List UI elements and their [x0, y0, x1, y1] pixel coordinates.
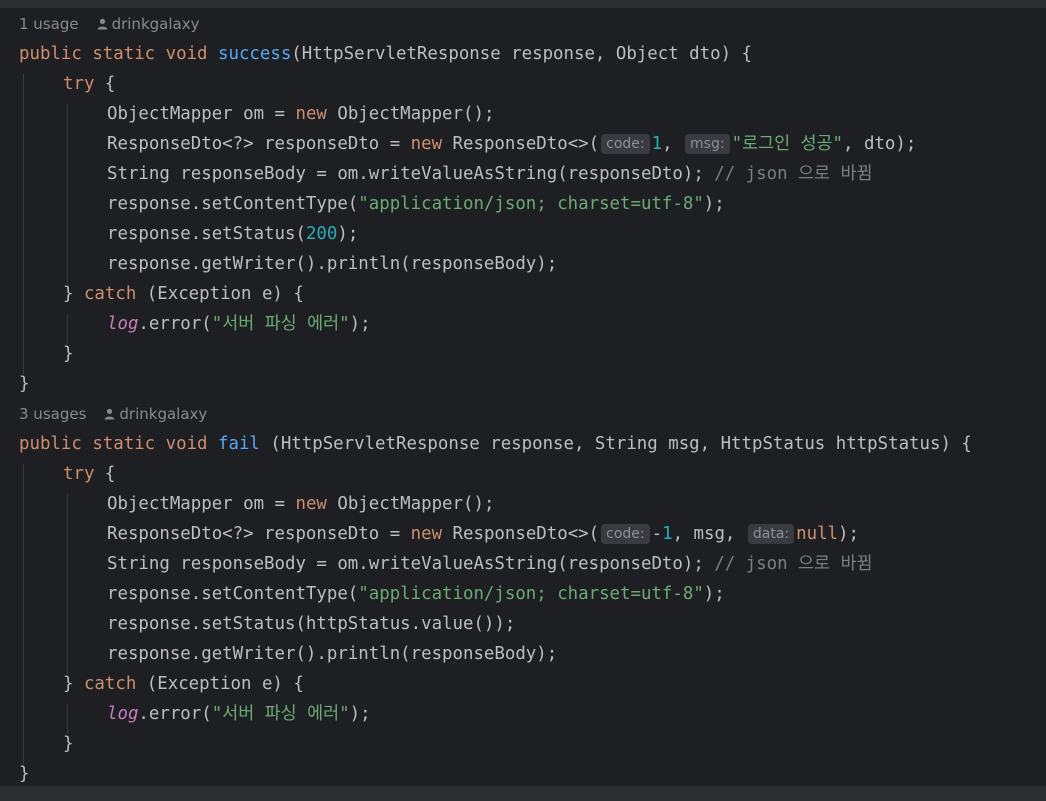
usages-count[interactable]: 3 usages — [19, 405, 86, 423]
person-icon — [104, 400, 115, 430]
code-line: String responseBody = om.writeValueAsStr… — [107, 164, 873, 184]
code-line: String responseBody = om.writeValueAsStr… — [107, 554, 873, 574]
code-line: } — [19, 764, 30, 784]
param-hint-code: code: — [601, 524, 650, 544]
method-name[interactable]: fail — [218, 434, 260, 454]
code-line: response.setStatus(200); — [107, 224, 359, 244]
param-hint-data: data: — [747, 524, 795, 544]
usages-hint[interactable]: 1 usage drinkgalaxy — [19, 9, 199, 39]
code-line: } catch (Exception e) { — [63, 284, 304, 304]
code-line: ResponseDto<?> responseDto = new Respons… — [107, 524, 859, 544]
code-line: response.getWriter().println(responseBod… — [107, 644, 558, 664]
indent-guide — [67, 494, 68, 674]
code-line: response.setContentType("application/jso… — [107, 584, 725, 604]
code-line: response.setStatus(httpStatus.value()); — [107, 614, 516, 634]
code-line: log.error("서버 파싱 에러"); — [107, 704, 371, 724]
code-line: ObjectMapper om = new ObjectMapper(); — [107, 104, 495, 124]
code-line: ObjectMapper om = new ObjectMapper(); — [107, 494, 495, 514]
method-name[interactable]: success — [218, 44, 291, 64]
code-line: ResponseDto<?> responseDto = new Respons… — [107, 134, 917, 154]
param-hint-msg: msg: — [685, 134, 730, 154]
code-line: log.error("서버 파싱 에러"); — [107, 314, 371, 334]
code-comment: // json 으로 바뀜 — [714, 554, 873, 574]
code-comment: // json 으로 바뀜 — [714, 164, 873, 184]
code-line: response.setContentType("application/jso… — [107, 194, 725, 214]
code-line: } — [63, 344, 74, 364]
indent-guide — [23, 464, 24, 764]
code-line: response.getWriter().println(responseBod… — [107, 254, 558, 274]
code-line: } catch (Exception e) { — [63, 674, 304, 694]
method-signature: public static void fail (HttpServletResp… — [19, 434, 972, 454]
author-name[interactable]: drinkgalaxy — [112, 15, 200, 33]
author-name[interactable]: drinkgalaxy — [119, 405, 207, 423]
indent-guide — [67, 104, 68, 284]
code-editor[interactable]: 1 usage drinkgalaxy public static void su… — [0, 8, 1046, 786]
usages-count[interactable]: 1 usage — [19, 15, 79, 33]
code-line: } — [63, 734, 74, 754]
code-line: try { — [63, 74, 116, 94]
code-line: } — [19, 374, 30, 394]
code-line: try { — [63, 464, 116, 484]
indent-guide — [23, 74, 24, 374]
method-signature: public static void success(HttpServletRe… — [19, 44, 752, 64]
param-hint-code: code: — [601, 134, 650, 154]
usages-hint[interactable]: 3 usages drinkgalaxy — [19, 399, 207, 429]
person-icon — [97, 10, 108, 40]
